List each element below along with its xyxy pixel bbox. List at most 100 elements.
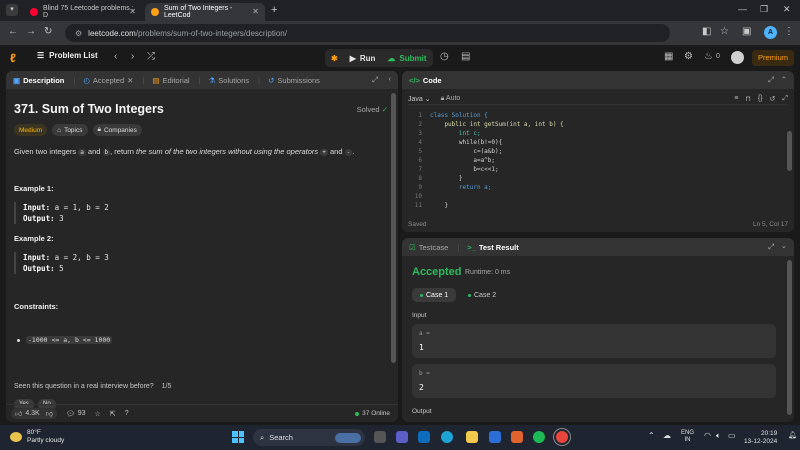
bookmark-icon[interactable]: ⊓ bbox=[745, 95, 750, 103]
leetcode-logo-icon[interactable]: ℓ bbox=[10, 51, 22, 65]
collapse-panel-icon[interactable]: ⌃ bbox=[781, 75, 787, 84]
debug-button[interactable]: ✱ bbox=[325, 49, 344, 67]
reload-icon[interactable]: ↻ bbox=[44, 26, 52, 37]
inline-code: + bbox=[320, 149, 328, 156]
close-tab-icon[interactable]: ✕ bbox=[129, 7, 136, 16]
weather-widget[interactable]: 80°F Partly cloudy bbox=[10, 429, 64, 445]
close-window-icon[interactable]: ✕ bbox=[783, 4, 791, 15]
lock-icon: 🔒︎ bbox=[440, 94, 445, 102]
browser-tab-leetcode[interactable]: Sum of Two Integers - LeetCod ✕ bbox=[145, 3, 265, 21]
fullscreen-icon[interactable]: ⤢ bbox=[782, 95, 788, 103]
code-editor[interactable]: 1 class Solution { 2 public int getSum(in… bbox=[402, 109, 784, 209]
teams-icon[interactable] bbox=[396, 431, 408, 443]
browser-profile-avatar[interactable]: A bbox=[764, 26, 777, 39]
xampp-icon[interactable] bbox=[511, 431, 523, 443]
comments-button[interactable]: 💬︎ 93 bbox=[66, 410, 86, 418]
difficulty-badge[interactable]: Medium bbox=[14, 124, 48, 136]
outlook-icon[interactable] bbox=[418, 431, 430, 443]
taskbar-search[interactable]: ⌕ Search bbox=[253, 429, 365, 446]
submit-button[interactable]: ☁ Submit bbox=[381, 49, 432, 67]
fire-icon[interactable]: ♨ bbox=[704, 51, 713, 62]
chrome-icon[interactable] bbox=[556, 431, 568, 443]
tab-submissions[interactable]: ↺ Submissions bbox=[268, 76, 320, 85]
tab-testcase[interactable]: ☑ Testcase bbox=[409, 243, 448, 252]
tab-test-result[interactable]: >_ Test Result bbox=[467, 243, 518, 252]
auto-toggle[interactable]: 🔒︎ Auto bbox=[441, 95, 461, 103]
date: 13-12-2024 bbox=[744, 438, 778, 445]
bookmark-star-icon[interactable]: ☆ bbox=[720, 26, 729, 37]
windows-start-icon[interactable] bbox=[232, 431, 244, 443]
premium-button[interactable]: Premium bbox=[752, 50, 794, 66]
thumbs-down-icon[interactable]: 👎︎ bbox=[46, 409, 53, 418]
tab-accepted[interactable]: ◴ Accepted ✕ bbox=[83, 76, 133, 85]
prev-problem-icon[interactable]: ‹ bbox=[114, 51, 117, 62]
layout-icon[interactable]: ▦ bbox=[664, 51, 673, 62]
browser-tab-blind75[interactable]: Blind 75 Leetcode problems : D ✕ bbox=[24, 3, 142, 21]
temperature: 80°F bbox=[27, 429, 41, 436]
file-explorer-icon[interactable] bbox=[466, 431, 478, 443]
spotify-icon[interactable] bbox=[533, 431, 545, 443]
language-select[interactable]: Java ⌄ bbox=[408, 95, 431, 103]
shuffle-icon[interactable]: ⤮ bbox=[147, 51, 155, 62]
site-info-icon[interactable]: ⚙ bbox=[75, 29, 82, 38]
volume-icon[interactable]: 🔈︎ bbox=[716, 431, 721, 441]
wifi-icon[interactable]: ◠ bbox=[704, 431, 711, 440]
timer-icon[interactable]: ◷ bbox=[440, 51, 449, 62]
forward-icon[interactable]: → bbox=[26, 26, 36, 37]
edge-icon[interactable] bbox=[441, 431, 453, 443]
notes-icon[interactable]: ▤ bbox=[461, 51, 470, 62]
desc-text: . bbox=[352, 147, 355, 156]
new-tab-icon[interactable]: + bbox=[271, 4, 277, 16]
store-icon[interactable] bbox=[489, 431, 501, 443]
extensions-puzzle-icon[interactable]: ▣ bbox=[742, 26, 751, 37]
maximize-panel-icon[interactable]: ⤢ bbox=[768, 242, 774, 252]
tab-code[interactable]: </> Code bbox=[409, 76, 442, 85]
maximize-panel-icon[interactable]: ⤢ bbox=[372, 75, 378, 85]
example-2-input: Input: a = 2, b = 3 bbox=[23, 252, 384, 263]
close-tab-icon[interactable]: ✕ bbox=[252, 7, 259, 16]
topics-tag[interactable]: ⌂ Topics bbox=[52, 124, 88, 136]
extension-icon[interactable]: ◧ bbox=[702, 26, 711, 37]
result-status: Accepted bbox=[412, 266, 462, 278]
format-icon[interactable]: ≡ bbox=[734, 95, 738, 103]
tab-editorial[interactable]: ▤ Editorial bbox=[152, 76, 189, 85]
user-avatar[interactable] bbox=[731, 51, 744, 64]
braces-icon[interactable]: {} bbox=[758, 95, 763, 103]
tab-search-icon[interactable]: ▾ bbox=[6, 4, 18, 16]
collapse-panel-icon[interactable]: ‹ bbox=[389, 74, 392, 83]
cloud-sync-icon[interactable]: ☁ bbox=[663, 431, 671, 440]
case-2-tab[interactable]: Case 2 bbox=[460, 288, 504, 302]
case-1-tab[interactable]: Case 1 bbox=[412, 288, 457, 302]
task-view-icon[interactable] bbox=[374, 431, 386, 443]
url-input[interactable]: ⚙ leetcode.com/problems/sum-of-two-integ… bbox=[65, 24, 670, 42]
next-problem-icon[interactable]: › bbox=[131, 51, 134, 62]
notification-bell-icon[interactable]: 🔔︎ bbox=[788, 431, 797, 439]
companies-tag[interactable]: 🔒︎ Companies bbox=[92, 124, 142, 136]
tray-overflow-icon[interactable]: ⌃ bbox=[648, 431, 655, 440]
address-bar-row: ← → ↻ ⚙ leetcode.com/problems/sum-of-two… bbox=[0, 21, 800, 45]
collapse-panel-icon[interactable]: ⌄ bbox=[781, 241, 787, 250]
tab-description[interactable]: ▣ Description bbox=[13, 76, 64, 85]
settings-icon[interactable]: ⚙ bbox=[684, 51, 693, 62]
share-button[interactable]: ⇱ bbox=[110, 410, 116, 418]
scrollbar[interactable] bbox=[787, 131, 792, 171]
clock[interactable]: 20:19 13-12-2024 bbox=[744, 430, 777, 446]
minimize-icon[interactable]: — bbox=[738, 4, 747, 14]
menu-kebab-icon[interactable]: ⋮ bbox=[784, 26, 794, 37]
tab-solutions[interactable]: ⚗ Solutions bbox=[209, 76, 250, 85]
scrollbar[interactable] bbox=[787, 260, 792, 415]
favorite-button[interactable]: ☆ bbox=[95, 410, 101, 418]
problem-list-button[interactable]: ☰ Problem List bbox=[37, 51, 98, 60]
language-indicator[interactable]: ENG IN bbox=[681, 430, 694, 444]
help-button[interactable]: ? bbox=[125, 410, 129, 417]
back-icon[interactable]: ← bbox=[8, 26, 18, 37]
maximize-icon[interactable]: ❐ bbox=[760, 4, 768, 15]
reset-icon[interactable]: ↺ bbox=[770, 95, 776, 103]
history-icon: ↺ bbox=[268, 75, 275, 85]
like-button[interactable]: 👍︎ 4.3K 👎︎ bbox=[11, 408, 57, 419]
close-tab-icon[interactable]: ✕ bbox=[127, 76, 133, 85]
scrollbar[interactable] bbox=[391, 93, 396, 363]
battery-icon[interactable]: ▭ bbox=[728, 431, 736, 440]
run-button[interactable]: ▶ Run bbox=[344, 49, 382, 67]
maximize-panel-icon[interactable]: ⤢ bbox=[768, 75, 774, 85]
